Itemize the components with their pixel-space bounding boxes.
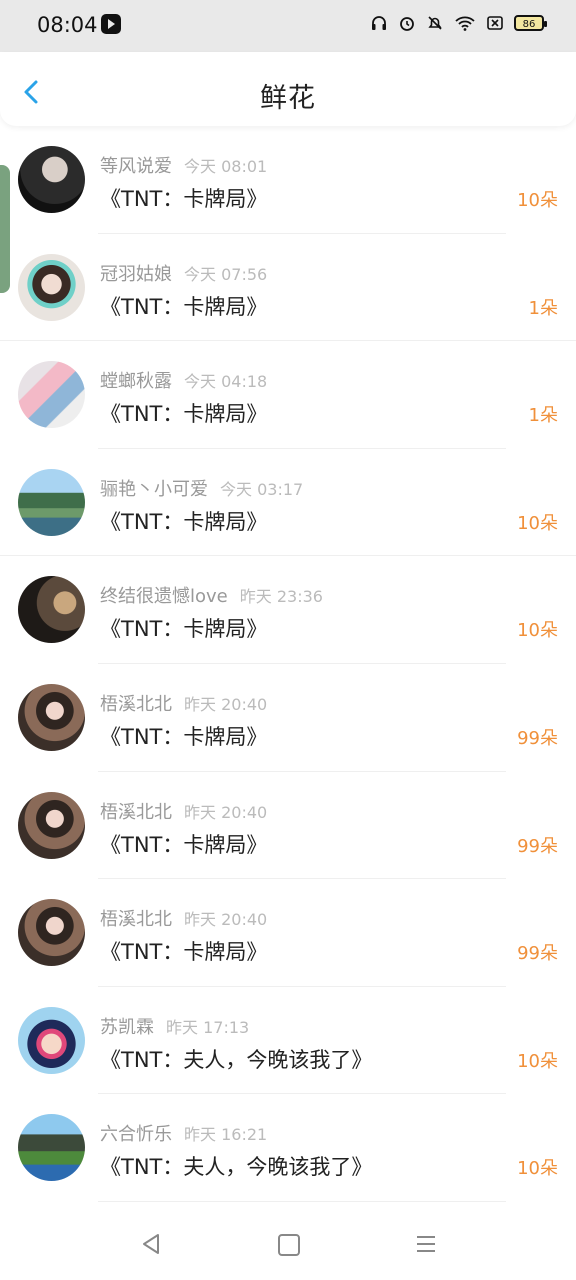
- flower-count: 1朵: [528, 297, 558, 319]
- list-item[interactable]: 骊艳丶小可爱 今天 03:17 《TNT：卡牌局》 10朵: [0, 449, 576, 557]
- triangle-back-icon[interactable]: [140, 1232, 162, 1256]
- work-title: 《TNT：卡牌局》: [100, 724, 268, 749]
- work-title: 《TNT：卡牌局》: [100, 509, 268, 534]
- avatar[interactable]: [18, 899, 85, 967]
- page-header: 鲜花: [0, 52, 576, 126]
- list-item[interactable]: 螳螂秋露 今天 04:18 《TNT：卡牌局》 1朵: [0, 341, 576, 449]
- send-time: 昨天 20:40: [184, 910, 268, 930]
- avatar[interactable]: [18, 1114, 85, 1182]
- page-title: 鲜花: [260, 83, 316, 114]
- send-time: 今天 03:17: [220, 479, 304, 499]
- send-time: 昨天 16:21: [184, 1125, 268, 1145]
- alarm-icon: [400, 17, 414, 31]
- work-title: 《TNT：卡牌局》: [100, 617, 268, 642]
- sender-name: 苏凯霖 昨天 17:13: [100, 1016, 250, 1038]
- work-title: 《TNT：卡牌局》: [100, 187, 268, 211]
- wifi-icon: [455, 16, 475, 31]
- sender-name: 骊艳丶小可爱 今天 03:17: [100, 478, 304, 500]
- system-nav-bar: [0, 1212, 576, 1280]
- send-time: 昨天 23:36: [239, 587, 323, 607]
- work-title: 《TNT：卡牌局》: [100, 940, 268, 965]
- list-item[interactable]: 苏凯霖 昨天 17:13 《TNT：夫人，今晚该我了》 10朵: [0, 987, 576, 1095]
- flower-count: 99朵: [517, 727, 558, 749]
- list-item[interactable]: 等风说爱 今天 08:01 《TNT：卡牌局》 10朵: [0, 126, 576, 234]
- avatar[interactable]: [18, 683, 85, 751]
- send-time: 昨天 20:40: [184, 802, 268, 822]
- send-time: 今天 07:56: [184, 264, 268, 284]
- flower-count: 10朵: [517, 512, 558, 534]
- flower-count: 1朵: [528, 405, 558, 427]
- flower-count: 99朵: [517, 943, 558, 965]
- list-item[interactable]: 终结很遗憾love 昨天 23:36 《TNT：卡牌局》 10朵: [0, 556, 576, 664]
- list-item[interactable]: 梧溪北北 昨天 20:40 《TNT：卡牌局》 99朵: [0, 879, 576, 987]
- headphones-icon: [372, 16, 386, 30]
- battery-icon: 86: [514, 15, 547, 31]
- bell-off-icon: [428, 16, 442, 30]
- work-title: 《TNT：夫人，今晚该我了》: [100, 1047, 373, 1072]
- status-bar: 08:04 86: [0, 0, 576, 52]
- sender-name: 螳螂秋露 今天 04:18: [100, 371, 268, 393]
- flower-list: 等风说爱 今天 08:01 《TNT：卡牌局》 10朵 冠羽姑娘 今天 07:56 …: [0, 126, 576, 1202]
- send-time: 昨天 17:13: [166, 1017, 250, 1037]
- sender-name: 冠羽姑娘 今天 07:56: [100, 263, 268, 285]
- menu-lines-icon[interactable]: [415, 1233, 437, 1255]
- avatar[interactable]: [18, 468, 85, 536]
- flower-count: 10朵: [517, 190, 558, 211]
- avatar[interactable]: [18, 146, 85, 213]
- list-item[interactable]: 冠羽姑娘 今天 07:56 《TNT：卡牌局》 1朵: [0, 234, 576, 342]
- list-item[interactable]: 六合忻乐 昨天 16:21 《TNT：夫人，今晚该我了》 10朵: [0, 1094, 576, 1202]
- list-item[interactable]: 梧溪北北 昨天 20:40 《TNT：卡牌局》 99朵: [0, 772, 576, 880]
- sender-name: 梧溪北北 昨天 20:40: [100, 693, 268, 715]
- work-title: 《TNT：卡牌局》: [100, 832, 268, 857]
- flower-count: 10朵: [517, 620, 558, 642]
- divider: [98, 1200, 506, 1202]
- avatar[interactable]: [18, 576, 85, 644]
- avatar[interactable]: [18, 791, 85, 859]
- work-title: 《TNT：卡牌局》: [100, 402, 268, 427]
- sender-name: 六合忻乐 昨天 16:21: [100, 1124, 268, 1146]
- sender-name: 终结很遗憾love 昨天 23:36: [100, 586, 323, 608]
- avatar[interactable]: [18, 361, 85, 429]
- work-title: 《TNT：夫人，今晚该我了》: [100, 1155, 373, 1180]
- list-item[interactable]: 梧溪北北 昨天 20:40 《TNT：卡牌局》 99朵: [0, 664, 576, 772]
- flower-count: 10朵: [517, 1158, 558, 1180]
- avatar[interactable]: [18, 253, 85, 321]
- status-time: 08:04: [37, 13, 98, 37]
- sim-icon: [487, 16, 503, 30]
- sender-name: 梧溪北北 昨天 20:40: [100, 801, 268, 823]
- sender-name: 梧溪北北 昨天 20:40: [100, 909, 268, 931]
- send-time: 今天 08:01: [184, 157, 268, 176]
- status-icons: 86: [370, 14, 547, 32]
- send-time: 昨天 20:40: [184, 694, 268, 714]
- send-time: 今天 04:18: [184, 372, 268, 392]
- work-title: 《TNT：卡牌局》: [100, 294, 268, 319]
- sender-name: 等风说爱 今天 08:01: [100, 156, 268, 177]
- avatar[interactable]: [18, 1006, 85, 1074]
- flower-count: 10朵: [517, 1050, 558, 1072]
- square-home-icon[interactable]: [278, 1234, 300, 1256]
- app-notification-icon: [101, 14, 121, 34]
- flower-count: 99朵: [517, 835, 558, 857]
